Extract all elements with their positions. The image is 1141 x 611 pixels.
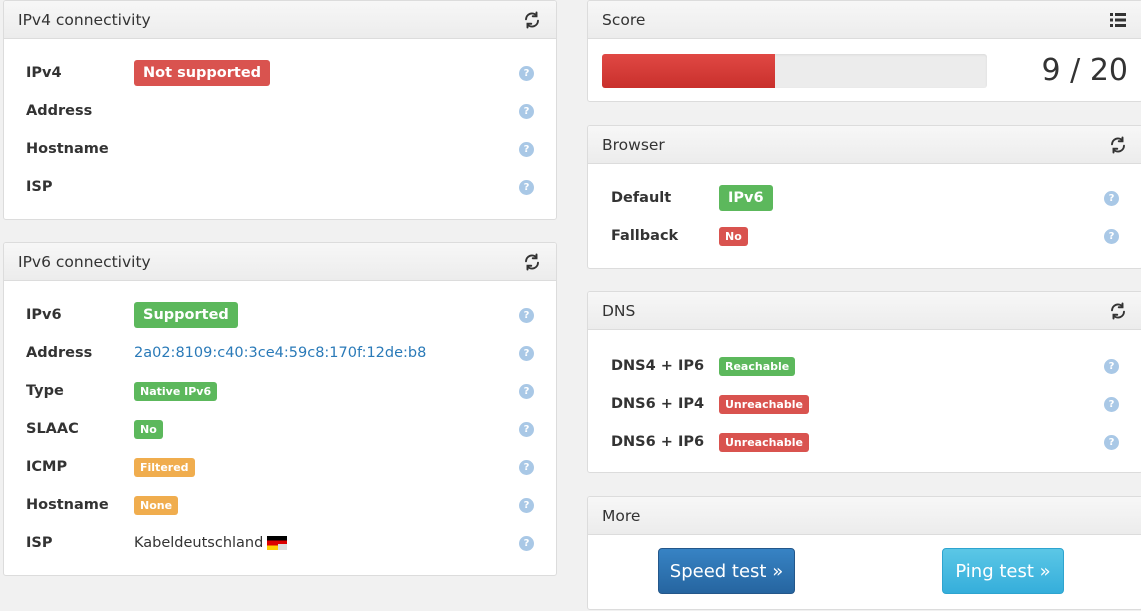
help-icon[interactable]: ? [1104, 358, 1119, 374]
more-panel-header: More [588, 497, 1141, 535]
browser-panel-title: Browser [602, 135, 665, 154]
refresh-icon[interactable] [522, 10, 542, 30]
dns-panel: DNS DNS4 + IP6 Reachable ? DNS6 + IP4 Un… [587, 291, 1141, 473]
browser-default-badge: IPv6 [719, 184, 773, 212]
ipv4-panel-header: IPv4 connectivity [4, 1, 556, 39]
refresh-icon[interactable] [522, 252, 542, 272]
ipv6-type-badge: Native IPv6 [134, 381, 218, 401]
ipv6-address-label: Address [26, 345, 93, 361]
ipv4-hostname-label: Hostname [26, 141, 109, 157]
ipv4-panel-title: IPv4 connectivity [18, 10, 151, 29]
help-icon[interactable]: ? [519, 65, 534, 81]
dns-row-dns6-ip4: DNS6 + IP4 Unreachable ? [611, 390, 1119, 418]
germany-flag-icon [267, 536, 288, 550]
ipv6-icmp-label: ICMP [26, 459, 68, 475]
ipv4-label: IPv4 [26, 65, 62, 81]
help-icon[interactable]: ? [519, 421, 534, 437]
score-progress-bar [602, 54, 987, 88]
help-icon[interactable]: ? [519, 141, 534, 157]
ipv4-status-badge: Not supported [134, 59, 271, 87]
ipv6-hostname-badge: None [134, 495, 179, 515]
score-panel-header: Score [588, 1, 1141, 39]
ipv6-row-icmp: ICMP Filtered ? [26, 453, 534, 481]
browser-row-fallback: Fallback No ? [611, 222, 1119, 250]
dns-panel-header: DNS [588, 292, 1141, 330]
dns6-ip4-label: DNS6 + IP4 [611, 396, 705, 412]
ipv4-address-label: Address [26, 103, 93, 119]
ipv4-panel: IPv4 connectivity IPv4 Not supported ? A… [3, 0, 557, 220]
ipv6-panel: IPv6 connectivity IPv6 Supported ? Addre… [3, 242, 557, 576]
score-progress-fill [602, 54, 776, 88]
help-icon[interactable]: ? [519, 103, 534, 119]
ipv6-label: IPv6 [26, 307, 62, 323]
ipv6-type-label: Type [26, 383, 64, 399]
score-panel-title: Score [602, 10, 646, 29]
ipv6-address-link[interactable]: 2a02:8109:c40:3ce4:59c8:170f:12de:b8 [134, 345, 426, 361]
ipv6-isp-label: ISP [26, 535, 53, 551]
help-icon[interactable]: ? [519, 179, 534, 195]
dns-row-dns4-ip6: DNS4 + IP6 Reachable ? [611, 352, 1119, 380]
help-icon[interactable]: ? [519, 383, 534, 399]
help-icon[interactable]: ? [1104, 434, 1119, 450]
ipv6-panel-header: IPv6 connectivity [4, 243, 556, 281]
ipv6-hostname-label: Hostname [26, 497, 109, 513]
ipv6-icmp-badge: Filtered [134, 457, 195, 477]
score-panel: Score 9 / 20 [587, 0, 1141, 102]
speed-test-button[interactable]: Speed test » [658, 548, 795, 594]
dns4-ip6-badge: Reachable [719, 356, 796, 376]
ipv6-row-address: Address 2a02:8109:c40:3ce4:59c8:170f:12d… [26, 339, 534, 367]
browser-fallback-label: Fallback [611, 228, 679, 244]
browser-fallback-badge: No [719, 226, 748, 246]
browser-row-default: Default IPv6 ? [611, 184, 1119, 212]
ipv4-row-isp: ISP ? [26, 173, 534, 201]
ipv4-row-status: IPv4 Not supported ? [26, 59, 534, 87]
help-icon[interactable]: ? [519, 307, 534, 323]
ipv6-slaac-label: SLAAC [26, 421, 79, 437]
help-icon[interactable]: ? [519, 459, 534, 475]
help-icon[interactable]: ? [519, 497, 534, 513]
help-icon[interactable]: ? [519, 345, 534, 361]
dns6-ip6-badge: Unreachable [719, 432, 809, 452]
refresh-icon[interactable] [1108, 135, 1128, 155]
ipv6-isp-value: Kabeldeutschland [134, 535, 264, 551]
browser-panel-header: Browser [588, 126, 1141, 164]
refresh-icon[interactable] [1108, 301, 1128, 321]
ipv4-row-address: Address ? [26, 97, 534, 125]
ipv6-row-slaac: SLAAC No ? [26, 415, 534, 443]
dns-panel-title: DNS [602, 301, 636, 320]
ipv6-row-isp: ISP Kabeldeutschland ? [26, 529, 534, 557]
help-icon[interactable]: ? [1104, 228, 1119, 244]
score-value: 9 / 20 [1041, 53, 1128, 88]
more-panel-title: More [602, 506, 641, 525]
ipv6-slaac-badge: No [134, 419, 163, 439]
list-icon[interactable] [1108, 10, 1128, 30]
help-icon[interactable]: ? [1104, 190, 1119, 206]
browser-default-label: Default [611, 190, 672, 206]
dns6-ip4-badge: Unreachable [719, 394, 809, 414]
ipv6-row-status: IPv6 Supported ? [26, 301, 534, 329]
ipv4-isp-label: ISP [26, 179, 53, 195]
ipv4-row-hostname: Hostname ? [26, 135, 534, 163]
ipv6-status-badge: Supported [134, 301, 238, 329]
ipv6-panel-title: IPv6 connectivity [18, 252, 151, 271]
ipv6-row-hostname: Hostname None ? [26, 491, 534, 519]
ping-test-button[interactable]: Ping test » [942, 548, 1064, 594]
help-icon[interactable]: ? [1104, 396, 1119, 412]
ipv6-row-type: Type Native IPv6 ? [26, 377, 534, 405]
dns4-ip6-label: DNS4 + IP6 [611, 358, 705, 374]
browser-panel: Browser Default IPv6 ? Fallback No ? [587, 125, 1141, 269]
help-icon[interactable]: ? [519, 535, 534, 551]
dns-row-dns6-ip6: DNS6 + IP6 Unreachable ? [611, 428, 1119, 456]
dns6-ip6-label: DNS6 + IP6 [611, 434, 705, 450]
